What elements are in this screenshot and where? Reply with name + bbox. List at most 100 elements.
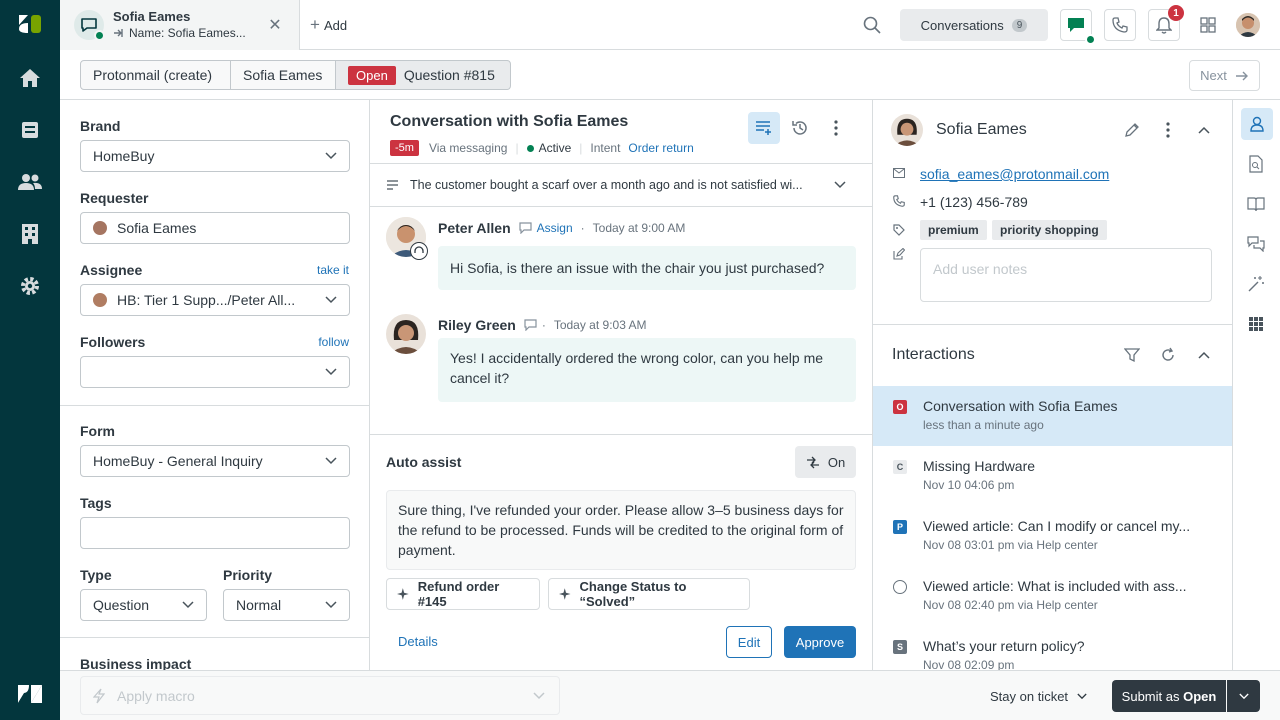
conversation-summary-bar[interactable]: The customer bought a scarf over a month… [370, 164, 872, 206]
suggested-reply[interactable]: Sure thing, I've refunded your order. Pl… [386, 490, 856, 570]
customers-icon[interactable] [16, 168, 44, 196]
product-rail [0, 0, 60, 720]
interaction-item[interactable]: S What’s your return policy? Nov 08 02:0… [873, 626, 1232, 670]
edit-button[interactable]: Edit [726, 626, 772, 658]
interaction-item[interactable]: O Conversation with Sofia Eames less tha… [873, 386, 1232, 446]
lightning-icon [93, 688, 105, 703]
summary-list-icon [387, 180, 398, 190]
priority-value: Normal [236, 597, 282, 613]
interaction-item[interactable]: Viewed article: What is included with as… [873, 566, 1232, 626]
collapse-chevron-up-icon[interactable] [1194, 120, 1214, 140]
messaging-status-button[interactable] [1060, 9, 1096, 45]
take-it-link[interactable]: take it [317, 263, 349, 277]
intent-value[interactable]: Order return [628, 141, 693, 155]
auto-assist-toggle[interactable]: On [795, 446, 856, 478]
conversations-label: Conversations [920, 17, 1004, 33]
search-icon[interactable] [862, 15, 882, 35]
knowledge-search-icon[interactable] [1245, 153, 1267, 175]
divider [370, 206, 872, 207]
edit-pencil-icon[interactable] [1122, 120, 1142, 140]
requester-field[interactable]: Sofia Eames [80, 212, 350, 244]
assignee-select[interactable]: HB: Tier 1 Supp.../Peter All... [80, 284, 350, 316]
auto-assist-icon [806, 456, 819, 468]
customer-context-icon[interactable] [1241, 108, 1273, 140]
form-select[interactable]: HomeBuy - General Inquiry [80, 445, 350, 477]
apps-grid-icon[interactable] [1245, 313, 1267, 335]
breadcrumb-requester[interactable]: Sofia Eames [230, 60, 336, 90]
collapse-chevron-up-icon[interactable] [1194, 345, 1214, 365]
requester-avatar [93, 221, 107, 235]
dot-separator: · [580, 221, 585, 235]
zendesk-support-logo-icon[interactable] [16, 10, 44, 38]
summary-toggle-icon[interactable] [748, 112, 780, 144]
breadcrumb-ticket[interactable]: Open Question #815 [335, 60, 511, 90]
home-icon[interactable] [16, 64, 44, 92]
priority-select[interactable]: Normal [223, 589, 350, 621]
phone-button[interactable] [1104, 9, 1136, 41]
interaction-title: Conversation with Sofia Eames [923, 398, 1118, 414]
interaction-circle-icon [893, 580, 907, 594]
side-conversations-icon[interactable] [1245, 233, 1267, 255]
close-tab-icon[interactable]: ✕ [265, 15, 285, 35]
type-select[interactable]: Question [80, 589, 207, 621]
add-tab-button[interactable]: + Add [310, 14, 347, 36]
next-ticket-button[interactable]: Next [1189, 60, 1260, 91]
phone-icon [1112, 17, 1128, 33]
user-profile-avatar[interactable] [1236, 13, 1260, 37]
assign-link[interactable]: Assign [537, 221, 573, 235]
refund-order-action[interactable]: Refund order #145 [386, 578, 540, 610]
ticket-properties-panel: Brand HomeBuy Requester Sofia Eames Assi… [60, 100, 370, 670]
user-notes-textarea[interactable]: Add user notes [920, 248, 1212, 302]
divider [370, 434, 872, 435]
interaction-subtitle: Nov 08 02:40 pm via Help center [923, 598, 1098, 612]
assignee-avatar [93, 293, 107, 307]
submit-prefix: Submit as [1121, 688, 1184, 704]
apply-macro-select[interactable]: Apply macro [80, 676, 560, 715]
submit-options-button[interactable] [1227, 680, 1260, 712]
zendesk-logo-icon[interactable] [16, 680, 44, 708]
stay-on-ticket-label: Stay on ticket [990, 688, 1069, 704]
type-value: Question [93, 597, 150, 613]
customer-email[interactable]: sofia_eames@protonmail.com [920, 166, 1109, 182]
sparkle-icon [559, 588, 571, 600]
organizations-icon[interactable] [16, 220, 44, 248]
apps-grid-icon[interactable] [1198, 15, 1218, 35]
chevron-down-icon [325, 296, 337, 304]
interaction-subtitle: Nov 10 04:06 pm [923, 478, 1015, 492]
auto-assist-title: Auto assist [386, 454, 462, 470]
followers-select[interactable] [80, 356, 350, 388]
user-notes-placeholder: Add user notes [933, 261, 1028, 277]
tags-input[interactable] [80, 517, 350, 549]
history-icon[interactable] [790, 118, 810, 138]
magic-wand-icon[interactable] [1245, 273, 1267, 295]
admin-gear-icon[interactable] [16, 272, 44, 300]
interaction-title: Viewed article: Can I modify or cancel m… [923, 518, 1191, 534]
refresh-icon[interactable] [1158, 345, 1178, 365]
message-text: Yes! I accidentally ordered the wrong co… [450, 350, 824, 386]
interaction-badge: S [893, 640, 907, 654]
chevron-down-icon [325, 152, 337, 160]
customer-avatar [891, 114, 923, 146]
breadcrumb-organization[interactable]: Protonmail (create) [80, 60, 231, 90]
change-status-action[interactable]: Change Status to “Solved” [548, 578, 750, 610]
messaging-icon [1068, 18, 1084, 32]
next-label: Next [1200, 68, 1227, 83]
more-options-icon[interactable] [1158, 120, 1178, 140]
brand-select[interactable]: HomeBuy [80, 140, 350, 172]
interaction-item[interactable]: P Viewed article: Can I modify or cancel… [873, 506, 1232, 566]
submit-button[interactable]: Submit as Open [1112, 680, 1226, 712]
more-options-icon[interactable] [826, 118, 846, 138]
status-badge: Open [348, 65, 396, 85]
follow-link[interactable]: follow [318, 335, 349, 349]
filter-icon[interactable] [1122, 345, 1142, 365]
interaction-item[interactable]: C Missing Hardware Nov 10 04:06 pm [873, 446, 1232, 506]
ticket-tab[interactable]: Sofia Eames Name: Sofia Eames... ✕ [60, 0, 300, 50]
conversations-button[interactable]: Conversations 9 [900, 9, 1048, 41]
views-icon[interactable] [16, 116, 44, 144]
tab-title: Sofia Eames [113, 9, 191, 24]
details-link[interactable]: Details [398, 634, 438, 649]
approve-button[interactable]: Approve [784, 626, 856, 658]
stay-on-ticket-select[interactable]: Stay on ticket [990, 680, 1087, 712]
knowledge-book-icon[interactable] [1245, 193, 1267, 215]
notifications-button[interactable]: 1 [1148, 5, 1184, 41]
